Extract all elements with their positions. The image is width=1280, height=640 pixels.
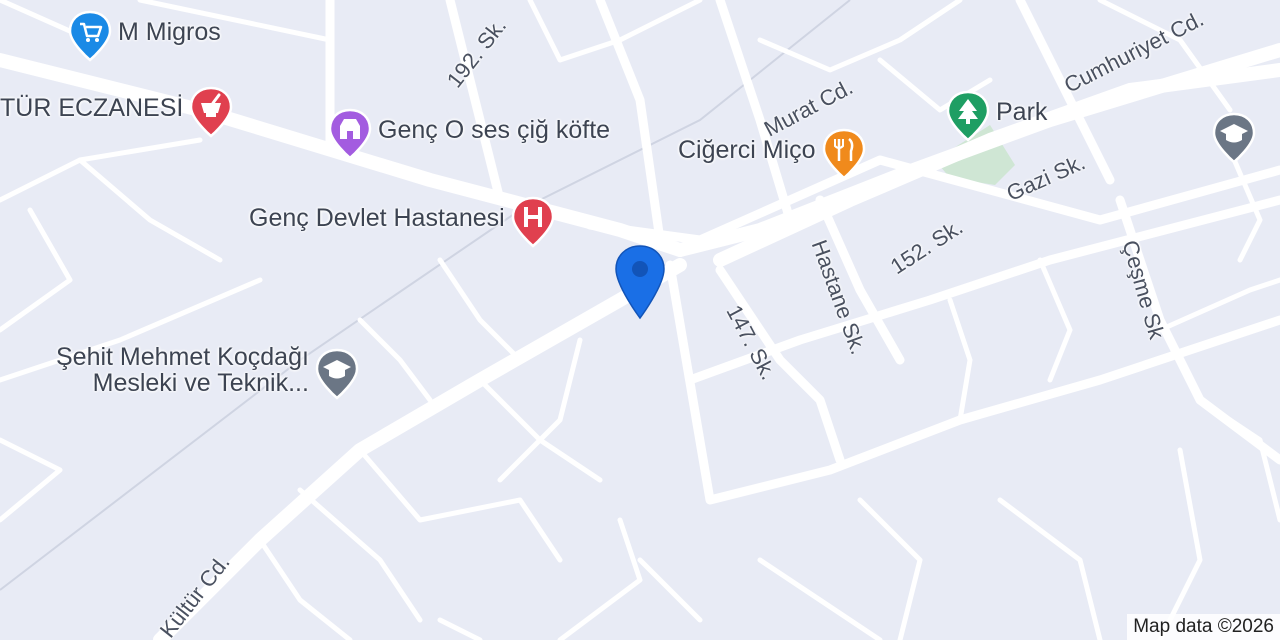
location-pin-icon[interactable] bbox=[614, 244, 666, 322]
pharmacy-mortar-icon bbox=[189, 86, 233, 138]
poi-label-park: Park bbox=[996, 98, 1048, 126]
tree-icon bbox=[946, 90, 990, 142]
poi-label-school-sehit: Şehit Mehmet Koçdağı Mesleki ve Teknik..… bbox=[56, 344, 309, 396]
poi-hastane[interactable]: Genç Devlet Hastanesi bbox=[249, 196, 555, 248]
map-attribution[interactable]: Map data ©2026 bbox=[1127, 614, 1280, 640]
poi-cigkofte[interactable]: Genç O ses çiğ köfte bbox=[328, 108, 611, 160]
poi-label-school-line1: Şehit Mehmet Koçdağı bbox=[56, 343, 309, 371]
poi-label-hastane: Genç Devlet Hastanesi bbox=[249, 204, 505, 232]
poi-label-eczane: TÜR ECZANESİ bbox=[0, 94, 184, 122]
map-canvas[interactable]: 192. Sk. Murat Cd. Cumhuriyet Cd. Gazi S… bbox=[0, 0, 1280, 640]
poi-migros[interactable]: M Migros bbox=[68, 10, 221, 62]
graduation-cap-icon bbox=[315, 348, 359, 400]
poi-label-migros: M Migros bbox=[118, 18, 221, 46]
kultur-cd-road bbox=[153, 258, 687, 640]
poi-label-cigerci: Ciğerci Miço bbox=[678, 136, 816, 164]
hospital-h-icon bbox=[511, 196, 555, 248]
poi-park[interactable]: Park bbox=[946, 90, 1048, 142]
poi-eczane[interactable]: TÜR ECZANESİ bbox=[0, 86, 233, 138]
restaurant-fork-knife-icon bbox=[822, 128, 866, 180]
poi-label-cigkofte: Genç O ses çiğ köfte bbox=[378, 116, 611, 144]
poi-school-east[interactable] bbox=[1212, 112, 1256, 164]
poi-cigerci[interactable]: Ciğerci Miço bbox=[678, 128, 866, 180]
graduation-cap-icon bbox=[1212, 112, 1256, 164]
poi-school-sehit[interactable]: Şehit Mehmet Koçdağı Mesleki ve Teknik..… bbox=[56, 344, 359, 400]
shop-icon bbox=[328, 108, 372, 160]
poi-label-school-line2: Mesleki ve Teknik... bbox=[92, 369, 309, 397]
shopping-cart-icon bbox=[68, 10, 112, 62]
